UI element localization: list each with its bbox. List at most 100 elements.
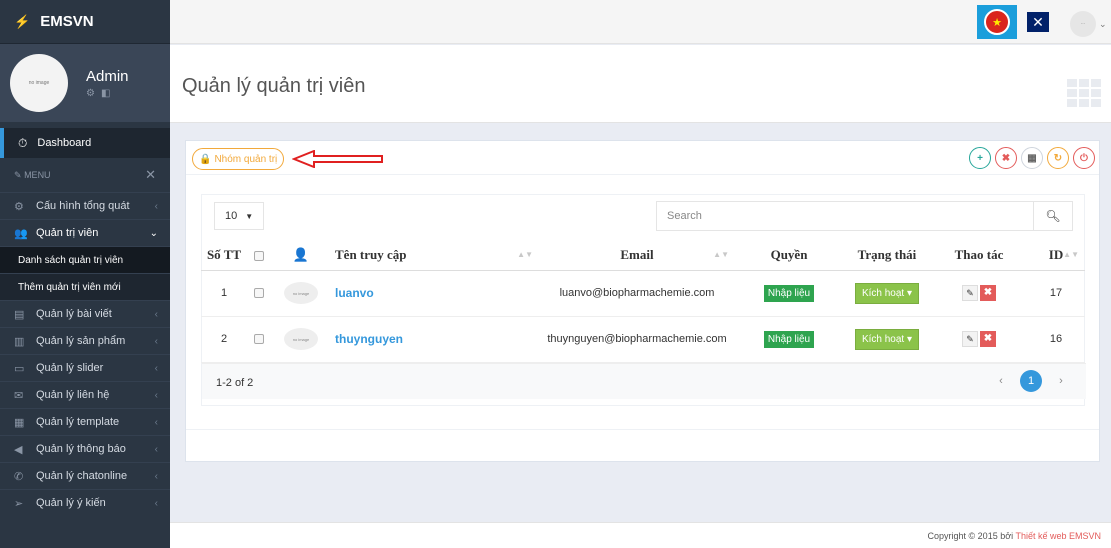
col-id[interactable]: ID ▲▼ [1027, 240, 1085, 271]
row-checkbox[interactable] [254, 288, 264, 299]
col-label: Thao tác [954, 246, 1004, 262]
edit-icon[interactable]: ✎ [962, 331, 978, 347]
col-role[interactable]: Quyền [735, 240, 843, 271]
sidebar-item-posts[interactable]: ▤ Quản lý bài viết ‹ [0, 300, 170, 327]
sidebar-subitem-admin-list[interactable]: Danh sách quản trị viên [0, 246, 170, 273]
search-icon[interactable]: 🔍︎ [1033, 201, 1073, 231]
page-length-select[interactable]: 10 ▼ [214, 202, 264, 230]
sidebar-item-label: Quản lý liên hệ [36, 389, 110, 401]
sidebar-item-notifications[interactable]: ◀ Quản lý thông báo ‹ [0, 435, 170, 462]
sidebar-item-feedback[interactable]: ➢ Quản lý ý kiến ‹ [0, 489, 170, 516]
menu-label: MENU [24, 169, 51, 180]
avatar-text: no image [28, 80, 50, 86]
sidebar: ⚡ EMSVN no image Admin ⚙◧ ⏱ Dashboard ✎ … [0, 0, 170, 548]
delete-button[interactable]: ✖ [995, 147, 1017, 169]
next-page-button[interactable]: › [1050, 370, 1072, 392]
tools-icon[interactable]: ✕ [145, 167, 156, 183]
footer: Copyright © 2015 bởi Thiết kế web EMSVN [170, 522, 1111, 548]
status-dropdown[interactable]: Kích hoạt ▾ [854, 328, 920, 350]
delete-icon[interactable]: ✖ [980, 285, 996, 301]
caret-down-icon: ▾ [907, 287, 913, 299]
page-button[interactable]: 1 [1020, 370, 1042, 392]
sidebar-item-label: Cấu hình tổng quát [36, 200, 130, 212]
sidebar-item-templates[interactable]: ▦ Quản lý template ‹ [0, 408, 170, 435]
page-title: Quản lý quản trị viên [182, 75, 366, 97]
chevron-left-icon: ‹ [154, 308, 158, 320]
brand-name: EMSVN [40, 13, 94, 30]
col-avatar: 👤 [271, 240, 331, 271]
sidebar-item-config[interactable]: ⚙ Cấu hình tổng quát ‹ [0, 192, 170, 219]
chevron-left-icon: ‹ [154, 443, 158, 455]
row-avatar: no image [284, 282, 318, 304]
file-icon: ▤ [14, 308, 25, 321]
cell-stt: 1 [201, 270, 247, 317]
bullhorn-icon: ◀ [14, 443, 23, 456]
sidebar-item-admins[interactable]: 👥 Quản trị viên ⌄ [0, 219, 170, 246]
username-link[interactable]: luanvo [335, 286, 374, 300]
sort-icon: ▲▼ [713, 250, 729, 259]
menu-header: ✎ MENU ✕ [0, 158, 170, 192]
brand[interactable]: ⚡ EMSVN [0, 0, 170, 44]
sidebar-item-slider[interactable]: ▭ Quản lý slider ‹ [0, 354, 170, 381]
status-dropdown[interactable]: Kích hoạt ▾ [854, 282, 920, 304]
cell-email: thuynguyen@biopharmachemie.com [539, 316, 735, 363]
refresh-button[interactable]: ↻ [1047, 147, 1069, 169]
sidebar-item-label: Quản lý thông báo [36, 443, 126, 455]
phone-icon: ✆ [14, 470, 24, 483]
settings-icon[interactable]: ⚙ [86, 88, 101, 99]
profile-name: Admin [86, 67, 129, 85]
group-button-label: Nhóm quản trị [214, 153, 278, 165]
sidebar-item-chatonline[interactable]: ✆ Quản lý chatonline ‹ [0, 462, 170, 489]
user-dropdown[interactable]: ··· ⌄ [1070, 11, 1107, 37]
col-label: Số TT [206, 246, 242, 262]
dashboard-icon: ⏱ [18, 135, 28, 150]
col-stt[interactable]: Số TT [201, 240, 247, 271]
table-wrapper: 10 ▼ Search 🔍︎ Số TT 👤 Tên truy cập ▲▼ Em… [201, 194, 1086, 406]
sidebar-item-contacts[interactable]: ✉ Quản lý liên hệ ‹ [0, 381, 170, 408]
power-button[interactable]: ⏻ [1073, 147, 1095, 169]
portlet-header: 🔒 Nhóm quản trị + ✖ ▦ ↻ ⏻ [186, 141, 1099, 175]
col-actions: Thao tác [931, 240, 1027, 271]
col-email[interactable]: Email ▲▼ [539, 240, 735, 271]
bolt-icon: ⚡ [14, 13, 31, 29]
columns-button[interactable]: ▦ [1021, 147, 1043, 169]
sort-icon: ▲▼ [1063, 250, 1079, 259]
sidebar-item-products[interactable]: ▥ Quản lý sản phẩm ‹ [0, 327, 170, 354]
admin-group-button[interactable]: 🔒 Nhóm quản trị [192, 148, 285, 170]
select-all-checkbox[interactable] [254, 250, 264, 261]
cell-id: 17 [1027, 270, 1085, 317]
table-info: 1-2 of 2 [216, 377, 254, 389]
sidebar-item-dashboard[interactable]: ⏱ Dashboard [0, 128, 170, 158]
uk-flag-icon[interactable]: ✕ [1027, 12, 1049, 32]
cell-stt: 2 [201, 316, 247, 363]
envelope-icon: ✉ [14, 389, 24, 402]
grid-icon [1067, 79, 1101, 107]
footer-link[interactable]: Thiết kế web EMSVN [1015, 531, 1101, 541]
cell-email: luanvo@biopharmachemie.com [539, 270, 735, 317]
row-avatar: no image [284, 328, 318, 350]
delete-icon[interactable]: ✖ [980, 331, 996, 347]
col-status[interactable]: Trạng thái [843, 240, 931, 271]
sidebar-item-label: Quản lý sản phẩm [36, 335, 126, 347]
username-link[interactable]: thuynguyen [335, 332, 403, 346]
book-icon: ▥ [14, 335, 25, 348]
chevron-left-icon: ‹ [154, 497, 158, 509]
vietnam-flag-icon[interactable]: ★ [977, 5, 1017, 39]
col-select[interactable] [247, 240, 271, 271]
row-checkbox[interactable] [254, 334, 264, 345]
table-row: 1 no image luanvo luanvo@biopharmachemie… [201, 270, 1085, 317]
avatar[interactable]: no image [10, 54, 68, 112]
chevron-down-icon: ⌄ [1099, 18, 1107, 29]
prev-page-button[interactable]: ‹ [990, 370, 1012, 392]
logout-icon[interactable]: ◧ [101, 88, 116, 99]
add-button[interactable]: + [969, 147, 991, 169]
status-label: Kích hoạt [861, 287, 905, 299]
pagination: ‹ 1 › [990, 370, 1072, 392]
col-label: ID [1048, 246, 1064, 262]
col-label: Trạng thái [857, 246, 917, 262]
sidebar-item-label: Quản lý template [36, 416, 120, 428]
col-username[interactable]: Tên truy cập ▲▼ [331, 240, 539, 271]
sidebar-subitem-add-admin[interactable]: Thêm quản trị viên mới [0, 273, 170, 300]
edit-icon[interactable]: ✎ [962, 285, 978, 301]
search-input[interactable]: Search [656, 201, 1034, 231]
